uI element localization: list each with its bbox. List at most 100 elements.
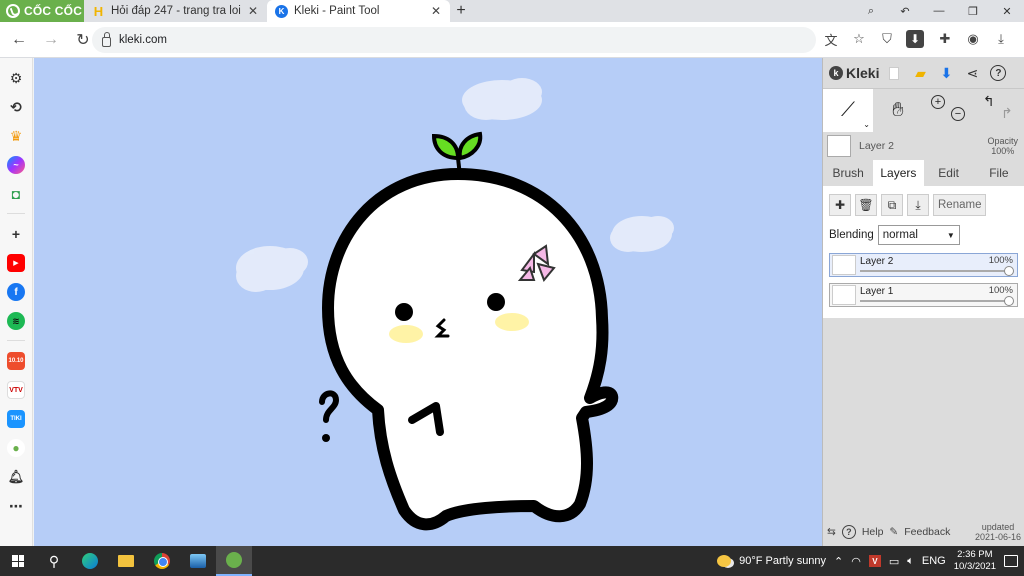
bell-icon[interactable]: 🔔︎ xyxy=(7,468,25,486)
taskbar-chrome[interactable] xyxy=(144,546,180,576)
new-image-button[interactable] xyxy=(883,62,905,84)
duplicate-layer-button[interactable]: ⧉ xyxy=(881,194,903,216)
shield-icon[interactable]: ⛉ xyxy=(878,30,896,48)
tab-hoidap[interactable]: H Hỏi đáp 247 - trang tra loi ✕ xyxy=(84,0,267,22)
restore-button[interactable]: ❐ xyxy=(956,5,990,18)
tab-brush[interactable]: Brush xyxy=(823,160,873,186)
gamepad-icon[interactable]: ◘ xyxy=(7,185,25,203)
shopee-icon[interactable]: 10.10 xyxy=(7,352,25,370)
delete-layer-button[interactable]: 🗑︎ xyxy=(855,194,877,216)
weather-text[interactable]: 90°F Partly sunny xyxy=(739,555,826,567)
hoidap-favicon-icon: H xyxy=(93,3,104,19)
left-eye xyxy=(395,303,413,321)
back-arrow-icon[interactable]: ↶ xyxy=(888,5,922,18)
merge-layer-button[interactable]: ⤓ xyxy=(907,194,929,216)
kleki-logo[interactable]: k Kleki xyxy=(829,65,879,81)
close-tab-icon[interactable]: ✕ xyxy=(430,4,442,18)
translate-icon[interactable]: 文 xyxy=(822,30,840,48)
panel-tabs: Brush Layers Edit File xyxy=(823,160,1024,186)
language-indicator[interactable]: ENG xyxy=(922,555,946,567)
drawing-canvas[interactable] xyxy=(34,58,822,546)
extensions-icon[interactable]: ✚ xyxy=(936,30,954,48)
taskbar-photos[interactable] xyxy=(180,546,216,576)
redo-icon[interactable]: ↱ xyxy=(1001,105,1013,122)
address-bar: ← → ↻ kleki.com 文 ☆ ⛉ ⬇ ✚ ◉ ⤓ xyxy=(0,22,1024,58)
swap-icon[interactable]: ⇆ xyxy=(827,526,836,538)
taskbar-coccoc[interactable] xyxy=(216,546,252,576)
zoom-in-icon[interactable]: + xyxy=(931,95,945,109)
downloads-icon[interactable]: ⤓ xyxy=(992,30,1010,48)
zoom-controls: + − xyxy=(923,89,973,132)
layer-opacity-slider[interactable] xyxy=(860,300,1011,302)
close-window-button[interactable]: ✕ xyxy=(990,5,1024,18)
notifications-icon[interactable] xyxy=(1004,555,1018,567)
window-controls: ⌕ ↶ — ❐ ✕ xyxy=(854,0,1024,22)
tiki-icon[interactable]: TIKI xyxy=(7,410,25,428)
open-folder-icon[interactable]: ▰ xyxy=(909,62,931,84)
help-button[interactable]: ? xyxy=(987,62,1009,84)
hand-tool-button[interactable]: ✋︎ xyxy=(873,89,923,132)
battery-icon[interactable]: ▭ xyxy=(889,555,899,568)
layer-item[interactable]: Layer 1 100% xyxy=(829,283,1018,307)
taskbar-edge[interactable] xyxy=(72,546,108,576)
tab-kleki[interactable]: K Kleki - Paint Tool ✕ xyxy=(267,0,450,22)
search-button[interactable]: ⚲ xyxy=(36,546,72,576)
close-tab-icon[interactable]: ✕ xyxy=(247,4,259,18)
tab-layers[interactable]: Layers xyxy=(873,160,924,186)
spotify-icon[interactable]: ≋ xyxy=(7,312,25,330)
layer-opacity-handle[interactable] xyxy=(1004,266,1014,276)
layer-actions: ✚ 🗑︎ ⧉ ⤓ Rename xyxy=(829,194,1018,216)
add-shortcut-icon[interactable]: + xyxy=(7,225,25,243)
new-tab-button[interactable]: + xyxy=(450,0,472,22)
vpn-badge-icon[interactable]: V xyxy=(868,555,881,567)
help-link[interactable]: Help xyxy=(862,526,884,538)
browser-brand[interactable]: CỐC CỐC xyxy=(0,0,84,22)
forward-button[interactable]: → xyxy=(38,27,64,53)
clock[interactable]: 2:36 PM 10/3/2021 xyxy=(954,549,996,573)
start-button[interactable] xyxy=(0,546,36,576)
coccoc-map-icon[interactable]: ● xyxy=(7,439,25,457)
tab-file[interactable]: File xyxy=(974,160,1024,186)
minimize-button[interactable]: — xyxy=(922,5,956,17)
kleki-logo-icon: k xyxy=(829,66,843,80)
brush-icon: ⟋ xyxy=(841,99,855,121)
layer-opacity: 100% xyxy=(988,255,1013,266)
add-layer-button[interactable]: ✚ xyxy=(829,194,851,216)
back-button[interactable]: ← xyxy=(6,27,32,53)
chevron-up-icon[interactable]: ⌃ xyxy=(834,555,843,568)
url-field[interactable]: kleki.com xyxy=(92,27,816,53)
rename-layer-button[interactable]: Rename xyxy=(933,194,987,216)
volume-icon[interactable]: 🔈︎ xyxy=(907,555,914,568)
layer-opacity-handle[interactable] xyxy=(1004,296,1014,306)
zoom-out-icon[interactable]: − xyxy=(951,107,965,121)
vtv-icon[interactable]: VTV xyxy=(7,381,25,399)
youtube-icon[interactable]: ▶ xyxy=(7,254,25,272)
save-download-icon[interactable]: ⬇ xyxy=(935,62,957,84)
taskbar-explorer[interactable] xyxy=(108,546,144,576)
history-icon[interactable]: ⟲ xyxy=(7,98,25,116)
feedback-link[interactable]: Feedback xyxy=(904,526,950,538)
updated-info: updated 2021-06-16 xyxy=(975,522,1021,542)
blending-select[interactable]: normal ▼ xyxy=(877,225,960,245)
facebook-icon[interactable]: f xyxy=(7,283,25,301)
tab-title: Hỏi đáp 247 - trang tra loi xyxy=(111,5,241,17)
messenger-icon[interactable]: ~ xyxy=(7,156,25,174)
download-page-icon[interactable]: ⬇ xyxy=(906,30,924,48)
settings-gear-icon[interactable]: ⚙ xyxy=(7,69,25,87)
star-icon[interactable]: ☆ xyxy=(850,30,868,48)
more-icon[interactable]: ⋯ xyxy=(7,497,25,515)
undo-icon[interactable]: ↰ xyxy=(983,93,995,110)
tab-edit[interactable]: Edit xyxy=(924,160,974,186)
tab-search-icon[interactable]: ⌕ xyxy=(854,5,888,18)
brush-tool-button[interactable]: ⟋ ⌄ xyxy=(823,89,873,132)
current-layer-name: Layer 2 xyxy=(859,140,895,152)
chevron-down-icon[interactable]: ⌄ xyxy=(863,120,870,129)
network-icon[interactable]: ◠ xyxy=(851,555,861,568)
crown-icon[interactable]: ♛ xyxy=(7,127,25,145)
layer-opacity-slider[interactable] xyxy=(860,270,1011,272)
share-icon[interactable]: ⋖ xyxy=(961,62,983,84)
profile-icon[interactable]: ◉ xyxy=(964,30,982,48)
hand-icon: ✋︎ xyxy=(892,99,904,121)
kleki-panel: k Kleki ▰ ⬇ ⋖ ? ⟋ ⌄ ✋︎ + − ↰ ↱ Layer 2 O… xyxy=(822,58,1024,546)
layer-item[interactable]: Layer 2 100% xyxy=(829,253,1018,277)
